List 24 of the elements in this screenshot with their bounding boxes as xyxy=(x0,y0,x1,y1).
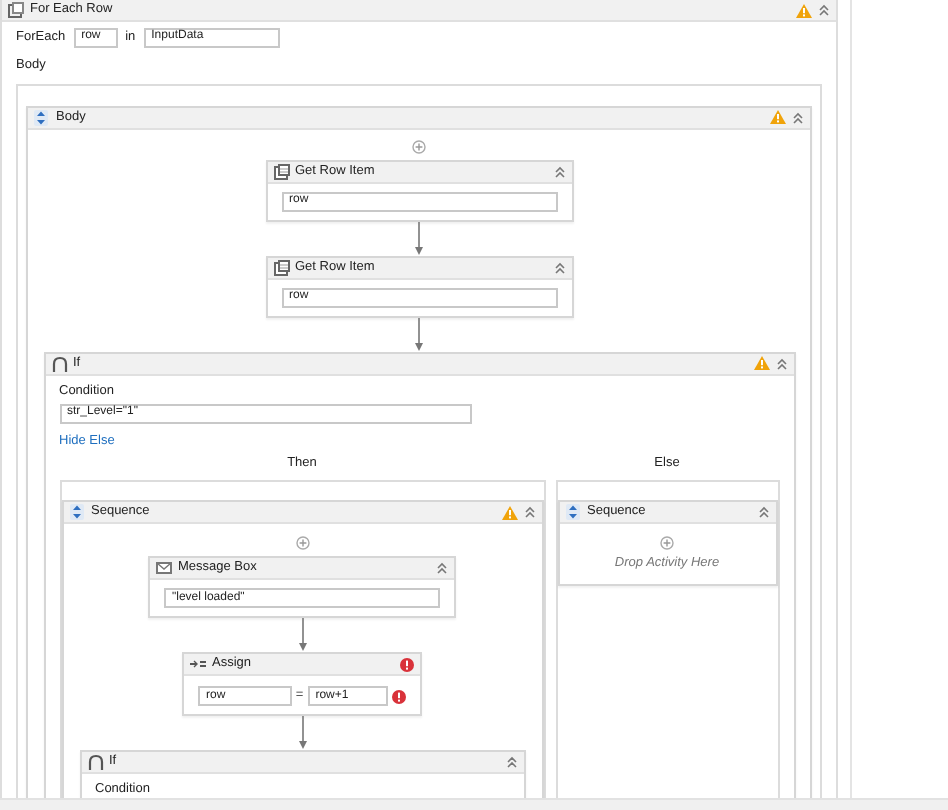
flow-arrow xyxy=(297,716,307,751)
fork-icon xyxy=(51,355,67,372)
collapse-icon[interactable] xyxy=(757,506,769,519)
assign-icon xyxy=(190,656,206,673)
fork-icon xyxy=(87,754,103,771)
collapse-icon[interactable] xyxy=(505,756,517,769)
collapse-icon[interactable] xyxy=(775,357,787,370)
envelope-icon xyxy=(156,560,172,577)
sequence-icon xyxy=(34,109,50,126)
collapse-icon[interactable] xyxy=(553,261,565,274)
collapse-icon[interactable] xyxy=(818,4,830,16)
list-icon xyxy=(8,2,24,18)
add-activity-icon[interactable] xyxy=(660,536,674,551)
collapse-icon[interactable] xyxy=(523,506,535,519)
sequence-icon xyxy=(565,504,581,521)
add-activity-icon[interactable] xyxy=(412,139,426,154)
sequence-icon xyxy=(69,504,85,521)
add-activity-icon[interactable] xyxy=(295,536,309,551)
flow-arrow xyxy=(297,618,307,653)
collapse-icon[interactable] xyxy=(792,111,804,124)
collapse-icon[interactable] xyxy=(436,562,448,575)
flow-arrow xyxy=(414,221,424,256)
collapse-icon[interactable] xyxy=(553,165,565,178)
flow-arrow xyxy=(414,317,424,352)
